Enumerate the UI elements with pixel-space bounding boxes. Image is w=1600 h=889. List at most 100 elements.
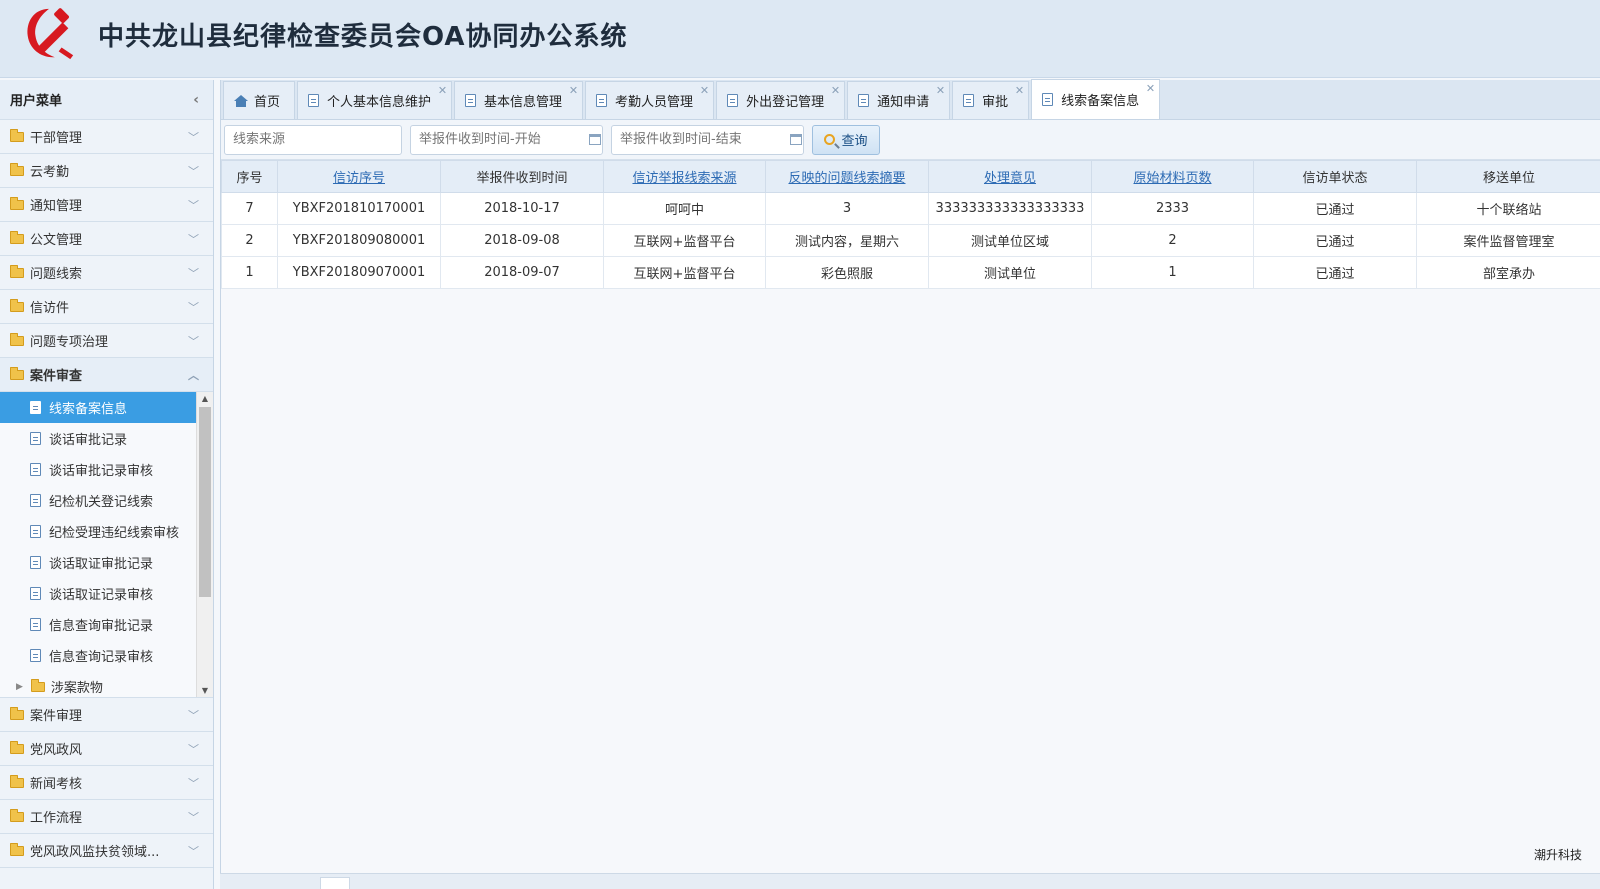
search-button[interactable]: 查询 [812,124,880,155]
submenu-item[interactable]: 信息查询记录审核 [0,640,213,671]
search-icon [824,134,836,145]
submenu-item[interactable]: 纪检受理违纪线索审核 [0,516,213,547]
scroll-up-icon[interactable]: ▲ [197,392,213,406]
menu-group-party-style[interactable]: 党风政风 ﹀ [0,732,213,766]
folder-icon [10,230,24,244]
menu-group-cadre[interactable]: 干部管理 ﹀ [0,120,213,154]
chevron-down-icon: ﹀ [188,164,199,178]
start-date-input[interactable] [410,124,603,155]
column-header[interactable]: 举报件收到时间 [440,160,604,193]
column-header[interactable]: 移送单位 [1416,160,1600,193]
submenu-item[interactable]: 纪检机关登记线索 [0,485,213,516]
submenu-item[interactable]: 谈话取证记录审核 [0,578,213,609]
tab-home[interactable]: 首页 [223,81,296,119]
menu-group-attendance[interactable]: 云考勤 ﹀ [0,154,213,188]
table-cell: 已通过 [1253,224,1417,257]
party-emblem-icon [27,8,74,60]
chevron-down-icon: ﹀ [188,844,199,858]
table-cell: 测试单位区域 [928,224,1092,257]
menu-group-case-trial[interactable]: 案件审理 ﹀ [0,698,213,732]
end-date-picker [611,124,812,155]
chevron-down-icon: ﹀ [188,742,199,756]
watermark: 潮升科技 [1533,848,1582,862]
calendar-icon[interactable] [790,133,802,145]
submenu-folder-seized-property[interactable]: ▶ 涉案款物 [0,671,213,697]
close-icon[interactable]: ✕ [438,84,447,97]
chevron-down-icon: ﹀ [188,232,199,246]
tab-attendance-staff[interactable]: 考勤人员管理 ✕ [585,81,715,119]
chevron-down-icon: ﹀ [188,776,199,790]
folder-icon [10,162,24,176]
document-icon [30,525,41,538]
tab-personal-info[interactable]: 个人基本信息维护 ✕ [297,81,453,119]
tab-clue-record[interactable]: 线索备案信息 ✕ [1031,79,1161,119]
column-header[interactable]: 反映的问题线索摘要 [765,160,929,193]
table-cell: YBXF201809080001 [277,224,441,257]
scroll-down-icon[interactable]: ▼ [197,684,213,697]
folder-icon [10,740,24,754]
table-cell: 互联网+监督平台 [603,256,766,289]
document-icon [727,94,739,107]
column-header[interactable]: 信访序号 [277,160,441,193]
tab-outing-registration[interactable]: 外出登记管理 ✕ [716,81,846,119]
chevron-down-icon: ﹀ [188,708,199,722]
submenu-list: 线索备案信息 谈话审批记录 谈话审批记录审核 纪检机关登记线索 纪检受理违纪线索… [0,392,213,698]
menu-group-notice[interactable]: 通知管理 ﹀ [0,188,213,222]
sidebar-title: 用户菜单 [10,94,63,109]
menu-group-clues[interactable]: 问题线索 ﹀ [0,256,213,290]
folder-icon [10,774,24,788]
table-cell: 2018-09-07 [440,256,604,289]
page-number-input[interactable] [320,877,350,889]
table-header-row: 序号 信访序号 举报件收到时间 信访举报线索来源 反映的问题线索摘要 处理意见 … [221,160,1600,193]
submenu-scrollbar[interactable]: ▲ ▼ [196,392,213,697]
submenu-item-clue-record[interactable]: 线索备案信息 [0,392,196,423]
table-row[interactable]: 1 YBXF201809070001 2018-09-07 互联网+监督平台 彩… [221,256,1600,289]
document-icon [30,432,41,445]
clue-source-input[interactable] [224,124,402,155]
tab-approval[interactable]: 审批 ✕ [952,81,1030,119]
chevron-down-icon: ﹀ [188,300,199,314]
menu-group-news[interactable]: 新闻考核 ﹀ [0,766,213,800]
table-row[interactable]: 2 YBXF201809080001 2018-09-08 互联网+监督平台 测… [221,224,1600,257]
column-header[interactable]: 信访单状态 [1253,160,1417,193]
menu-group-petitions[interactable]: 信访件 ﹀ [0,290,213,324]
close-icon[interactable]: ✕ [700,84,709,97]
table-cell: 已通过 [1253,192,1417,225]
column-header[interactable]: 序号 [221,160,278,193]
close-icon[interactable]: ✕ [831,84,840,97]
document-icon [1042,93,1054,106]
tab-basic-info[interactable]: 基本信息管理 ✕ [454,81,584,119]
calendar-icon[interactable] [589,133,601,145]
collapse-sidebar-icon[interactable]: ‹ [193,92,199,108]
menu-group-workflow[interactable]: 工作流程 ﹀ [0,800,213,834]
scrollbar-thumb[interactable] [199,407,211,597]
close-icon[interactable]: ✕ [569,84,578,97]
column-header[interactable]: 原始材料页数 [1091,160,1254,193]
menu-group-poverty[interactable]: 党风政风监扶贫领域... ﹀ [0,834,213,868]
close-icon[interactable]: ✕ [1015,84,1024,97]
submenu-item[interactable]: 谈话审批记录 [0,423,213,454]
menu-group-special[interactable]: 问题专项治理 ﹀ [0,324,213,358]
close-icon[interactable]: ✕ [1146,82,1155,95]
folder-icon [10,842,24,856]
menu-group-documents[interactable]: 公文管理 ﹀ [0,222,213,256]
table-cell: 案件监督管理室 [1416,224,1600,257]
pagination-bar [220,873,1600,889]
table-row[interactable]: 7 YBXF201810170001 2018-10-17 呵呵中 3 3333… [221,192,1600,225]
column-header[interactable]: 信访举报线索来源 [603,160,766,193]
tab-notice-application[interactable]: 通知申请 ✕ [847,81,951,119]
table-cell: 测试单位 [928,256,1092,289]
document-icon [30,618,41,631]
document-icon [30,556,41,569]
submenu-item[interactable]: 谈话取证审批记录 [0,547,213,578]
chevron-down-icon: ﹀ [188,334,199,348]
folder-icon [10,298,24,312]
submenu-item[interactable]: 信息查询审批记录 [0,609,213,640]
column-header[interactable]: 处理意见 [928,160,1092,193]
end-date-input[interactable] [611,124,804,155]
close-icon[interactable]: ✕ [936,84,945,97]
submenu-item[interactable]: 谈话审批记录审核 [0,454,213,485]
menu-group-case-review[interactable]: 案件审查 ︿ [0,358,213,392]
folder-icon [10,128,24,142]
folder-icon [10,808,24,822]
